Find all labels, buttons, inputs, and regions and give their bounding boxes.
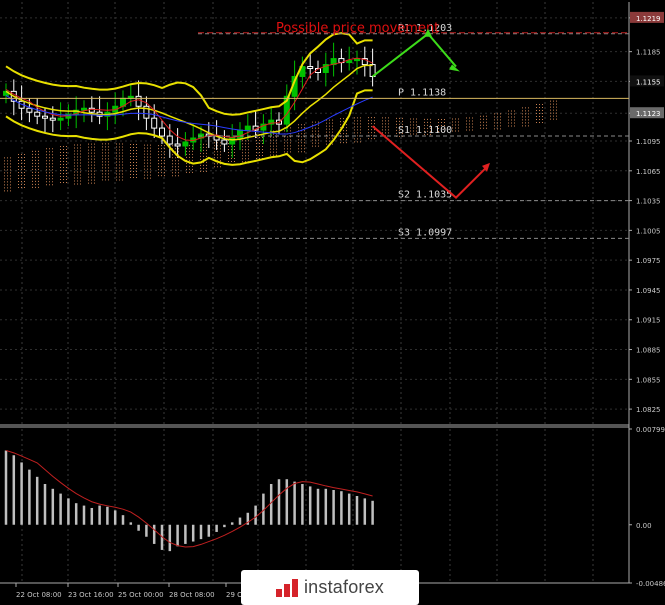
headline-text: Possible price movement	[276, 21, 439, 36]
candle-body	[26, 107, 33, 113]
chart-svg: 1.1219 1.1185 1.1155 1.1123 1.1095 1.1065 1.10…	[0, 0, 665, 605]
price-badge-label: 1.1155	[636, 78, 661, 86]
pivot-label: P 1.1138	[398, 87, 446, 98]
price-badge-label: 1.1219	[636, 15, 661, 23]
y-tick-label: 1.1095	[636, 138, 661, 146]
y-tick-label: 1.1065	[636, 168, 661, 176]
pivot-label: S1 1.1100	[398, 125, 452, 136]
instaforex-logo-icon	[275, 578, 298, 597]
candle-body	[174, 143, 181, 147]
price-badge-label: 1.1123	[636, 110, 661, 118]
candle-body	[49, 117, 56, 121]
candle-body	[244, 125, 251, 131]
candle-body	[151, 117, 158, 129]
y-tick-label: 1.0975	[636, 257, 661, 265]
candle-body	[346, 60, 353, 64]
candle-body	[34, 111, 41, 117]
y-tick-label: 1.0885	[636, 347, 661, 355]
instaforex-watermark: instaforex	[241, 570, 419, 605]
y-tick-label: 1.1035	[636, 198, 661, 206]
osc-tick-label: -0.00486	[636, 580, 665, 588]
pivot-label: S2 1.1035	[398, 190, 452, 201]
osc-tick-label: 0.00799	[636, 426, 665, 434]
candle-body	[57, 117, 64, 121]
candle-body	[182, 141, 189, 147]
x-tick-label: 25 Oct 00:00	[118, 591, 164, 599]
y-tick-label: 1.0915	[636, 317, 661, 325]
instaforex-brand: instaforex	[303, 577, 385, 597]
osc-tick-label: 0.00	[636, 522, 652, 530]
candle-body	[159, 127, 165, 137]
y-tick-label: 1.1185	[636, 49, 661, 57]
candle-body	[221, 139, 228, 145]
x-tick-label: 28 Oct 08:00	[169, 591, 215, 599]
y-tick-label: 1.0855	[636, 376, 661, 384]
y-tick-label: 1.0945	[636, 287, 661, 295]
x-tick-label: 23 Oct 16:00	[68, 591, 114, 599]
candle-body	[307, 66, 314, 70]
candle-body	[166, 135, 173, 145]
y-tick-label: 1.1005	[636, 227, 661, 235]
y-tick-label: 1.0825	[636, 406, 661, 414]
candle-body	[42, 115, 48, 119]
x-tick-label: 22 Oct 08:00	[16, 591, 62, 599]
pivot-label: S3 1.0997	[398, 227, 452, 238]
